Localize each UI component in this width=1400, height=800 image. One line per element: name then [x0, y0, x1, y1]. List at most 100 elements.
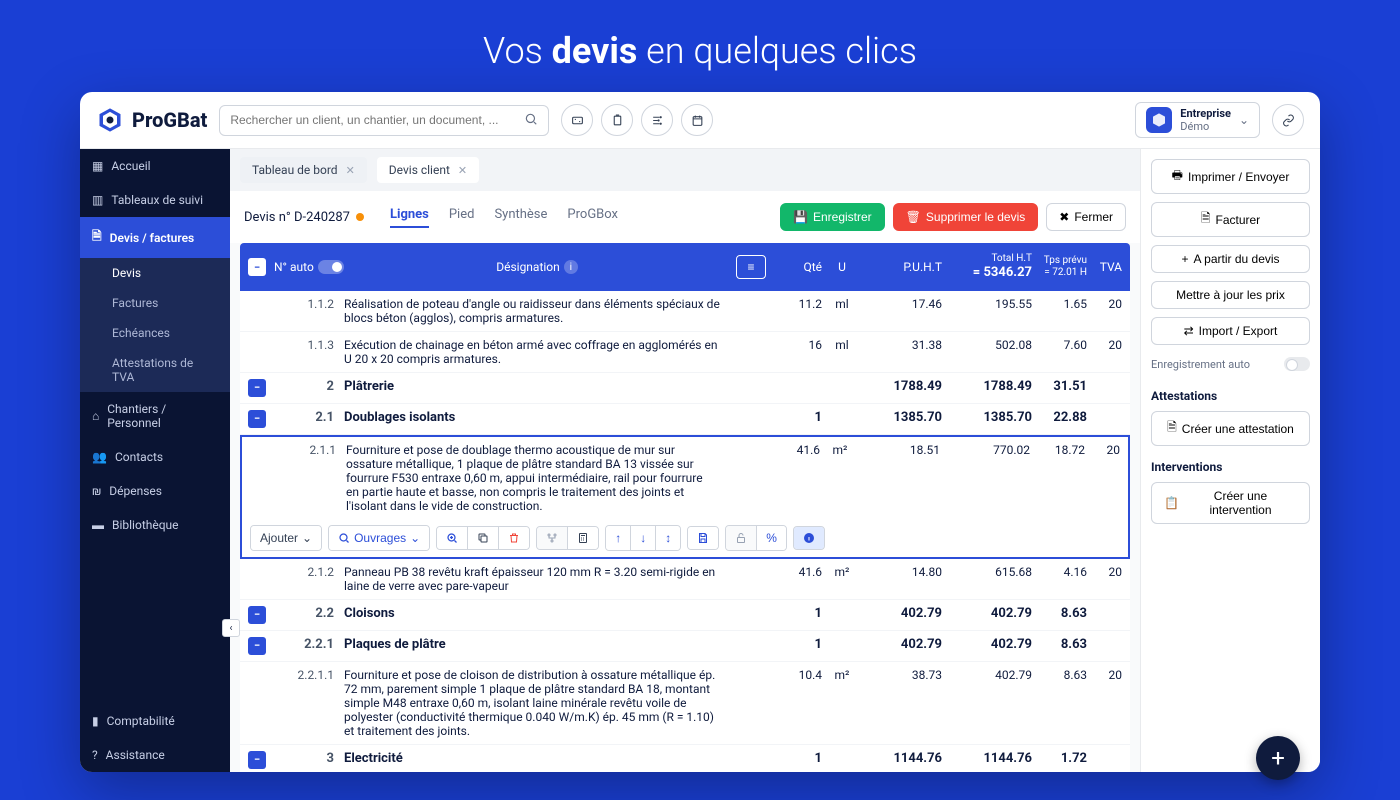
table-row[interactable]: −2Plâtrerie1788.491788.4931.51 — [240, 373, 1130, 404]
print-icon: 🖶 — [1172, 166, 1183, 187]
row-num: 2.2.1.1 — [274, 668, 344, 682]
subtab-pied[interactable]: Pied — [449, 207, 475, 228]
apartir-button[interactable]: +A partir du devis — [1151, 245, 1310, 273]
table-row[interactable]: 2.1.2Panneau PB 38 revêtu kraft épaisseu… — [240, 559, 1130, 600]
row-tva: 20 — [1087, 338, 1122, 352]
move-both-button[interactable]: ↕ — [656, 526, 680, 550]
print-button[interactable]: 🖶Imprimer / Envoyer — [1151, 159, 1310, 194]
hero-title: Vos devis en quelques clics — [0, 0, 1400, 92]
row-qte: 16 — [772, 338, 822, 352]
topbar-action-1[interactable] — [561, 104, 593, 136]
table-row[interactable]: −3Electricité11144.761144.761.72 — [240, 745, 1130, 772]
table-row[interactable]: 1.1.3Exécution de chainage en béton armé… — [240, 332, 1130, 373]
topbar-action-2[interactable] — [601, 104, 633, 136]
sidebar-collapse-toggle[interactable]: ‹ — [222, 619, 240, 637]
document-icon: 🗎 — [1167, 418, 1177, 439]
delete-button[interactable]: 🗑Supprimer le devis — [893, 203, 1039, 231]
calc-button[interactable] — [568, 527, 598, 549]
save-button[interactable]: 💾Enregistrer — [780, 203, 885, 231]
sidebar-item-tableaux[interactable]: ▥Tableaux de suivi — [80, 183, 230, 217]
align-button[interactable]: ≡ — [736, 255, 766, 279]
close-icon[interactable]: ✕ — [346, 164, 355, 177]
sidebar-item-depenses[interactable]: ₪Dépenses — [80, 474, 230, 508]
table-row[interactable]: 2.1.1Fourniture et pose de doublage ther… — [240, 435, 1130, 519]
table-row[interactable]: 1.1.2Réalisation de poteau d'angle ou ra… — [240, 291, 1130, 332]
sidebar-sub-devis[interactable]: Devis — [80, 258, 230, 288]
row-collapse-toggle[interactable]: − — [248, 751, 266, 769]
table-row[interactable]: −2.2Cloisons1402.79402.798.63 — [240, 600, 1130, 631]
sidebar-item-contacts[interactable]: 👥Contacts — [80, 440, 230, 474]
create-attestation-button[interactable]: 🗎Créer une attestation — [1151, 411, 1310, 446]
row-designation: Doublages isolants — [344, 410, 730, 425]
info-button[interactable] — [794, 527, 824, 549]
table-row[interactable]: −2.1Doublages isolants11385.701385.7022.… — [240, 404, 1130, 435]
subtab-progbox[interactable]: ProGBox — [567, 207, 618, 228]
row-puht: 402.79 — [862, 606, 942, 621]
document-header: Devis n° D-240287 Lignes Pied Synthèse P… — [230, 191, 1140, 243]
row-collapse-toggle[interactable]: − — [248, 410, 266, 428]
percent-button[interactable]: % — [757, 526, 786, 550]
row-collapse-toggle[interactable]: − — [248, 637, 266, 655]
row-designation: Electricité — [344, 751, 730, 766]
table-row[interactable]: 2.2.1.1Fourniture et pose de cloison de … — [240, 662, 1130, 745]
move-up-button[interactable]: ↑ — [606, 526, 631, 550]
table-row[interactable]: −2.2.1Plaques de plâtre1402.79402.798.63 — [240, 631, 1130, 662]
collapse-all-toggle[interactable]: − — [248, 258, 266, 276]
company-selector[interactable]: EntrepriseDémo ⌄ — [1135, 102, 1260, 138]
tab-devis-client[interactable]: Devis client✕ — [377, 157, 479, 183]
num-auto-toggle[interactable] — [318, 260, 344, 274]
chevron-down-icon: ⌄ — [1239, 113, 1249, 127]
search-box[interactable] — [219, 105, 549, 136]
row-tva: 20 — [1087, 668, 1122, 682]
people-icon: 👥 — [92, 450, 107, 464]
zoom-button[interactable] — [437, 527, 468, 549]
row-total: 402.79 — [942, 606, 1032, 621]
brand-logo[interactable]: ProGBat — [96, 106, 207, 134]
update-prices-button[interactable]: Mettre à jour les prix — [1151, 281, 1310, 309]
ajouter-dropdown[interactable]: Ajouter ⌄ — [251, 526, 321, 550]
row-qte: 10.4 — [772, 668, 822, 682]
save-line-button[interactable] — [688, 527, 718, 549]
sidebar-item-bibliotheque[interactable]: ▬Bibliothèque — [80, 508, 230, 542]
copy-button[interactable] — [468, 527, 499, 549]
create-intervention-button[interactable]: 📋Créer une intervention — [1151, 482, 1310, 524]
sidebar-sub-echeances[interactable]: Echéances — [80, 318, 230, 348]
sidebar: ▦Accueil ▥Tableaux de suivi 🗎Devis / fac… — [80, 149, 230, 772]
import-export-button[interactable]: ⇄Import / Export — [1151, 317, 1310, 345]
close-icon[interactable]: ✕ — [458, 164, 467, 177]
auto-save-toggle[interactable] — [1284, 357, 1310, 371]
ouvrages-search-button[interactable]: Ouvrages ⌄ — [329, 526, 429, 550]
row-total: 402.79 — [942, 668, 1032, 682]
header-total: Total H.T= 5346.27 — [942, 253, 1032, 281]
row-total: 195.55 — [942, 297, 1032, 311]
topbar-action-4[interactable] — [681, 104, 713, 136]
sidebar-item-comptabilite[interactable]: ▮Comptabilité — [80, 704, 230, 738]
topbar-action-3[interactable] — [641, 104, 673, 136]
sidebar-sub-attestations[interactable]: Attestations de TVA — [80, 348, 230, 392]
sidebar-item-chantiers[interactable]: ⌂Chantiers / Personnel — [80, 392, 230, 440]
search-input[interactable] — [230, 113, 524, 127]
row-collapse-toggle[interactable]: − — [248, 606, 266, 624]
sidebar-sub-factures[interactable]: Factures — [80, 288, 230, 318]
document-tabs: Tableau de bord✕ Devis client✕ — [230, 149, 1140, 191]
topbar-link-icon[interactable] — [1272, 104, 1304, 136]
row-qte: 41.6 — [770, 443, 820, 457]
close-button[interactable]: ✖Fermer — [1046, 203, 1126, 231]
fab-add-button[interactable]: + — [1256, 736, 1300, 780]
subtab-synthese[interactable]: Synthèse — [494, 207, 547, 228]
move-down-button[interactable]: ↓ — [631, 526, 656, 550]
header-designation: Désignation — [496, 260, 560, 274]
row-qte: 41.6 — [772, 565, 822, 579]
facturer-button[interactable]: 🗎Facturer — [1151, 202, 1310, 237]
tab-dashboard[interactable]: Tableau de bord✕ — [240, 157, 367, 183]
row-collapse-toggle[interactable]: − — [248, 379, 266, 397]
link-button[interactable] — [537, 527, 568, 549]
subtab-lignes[interactable]: Lignes — [390, 207, 429, 228]
sidebar-item-accueil[interactable]: ▦Accueil — [80, 149, 230, 183]
lock-button[interactable] — [726, 526, 757, 550]
sidebar-item-devis-factures[interactable]: 🗎Devis / factures — [80, 217, 230, 258]
row-puht: 402.79 — [862, 637, 942, 652]
delete-line-button[interactable] — [499, 527, 529, 549]
info-icon[interactable]: i — [564, 260, 578, 274]
sidebar-item-assistance[interactable]: ?Assistance — [80, 738, 230, 772]
